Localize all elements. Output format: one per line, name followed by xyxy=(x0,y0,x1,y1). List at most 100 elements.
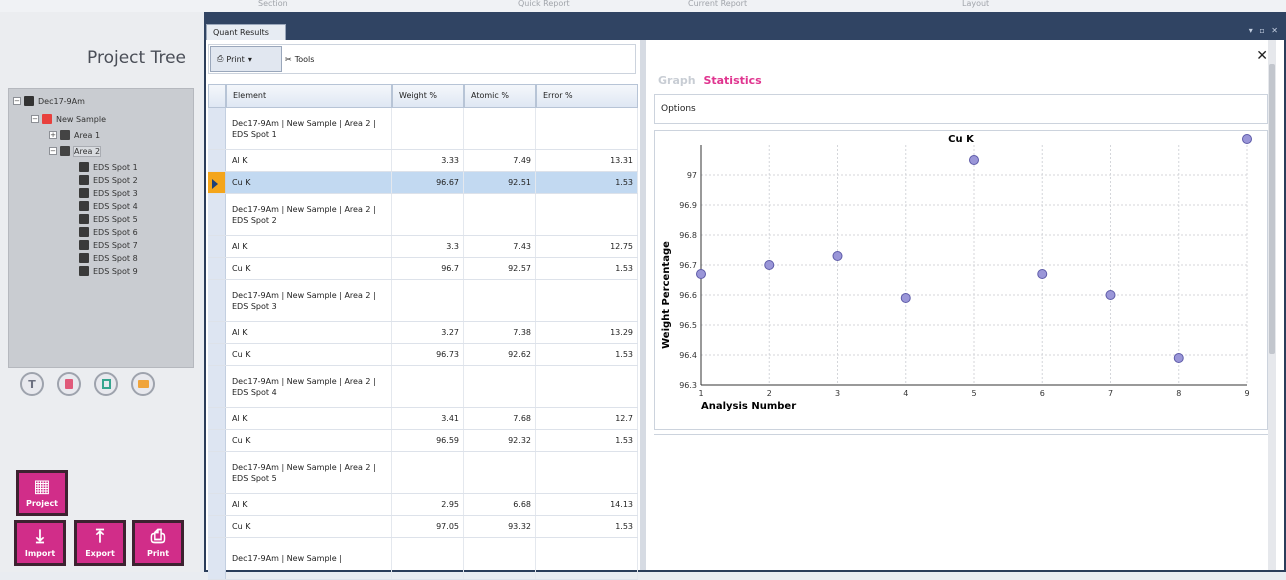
empty-cell xyxy=(392,194,464,235)
report-button[interactable] xyxy=(94,372,118,396)
table-row[interactable]: Al K 3.41 7.68 12.7 xyxy=(208,408,638,430)
row-indicator[interactable] xyxy=(208,108,226,149)
group-row[interactable]: Dec17-9Am | New Sample | Area 2 | EDS Sp… xyxy=(208,280,638,322)
import-button[interactable]: ⤓ Import xyxy=(14,520,66,566)
ribbon-section[interactable]: Section xyxy=(258,0,288,10)
tree-node-spot[interactable]: EDS Spot 8 xyxy=(79,252,138,264)
tree-node-root[interactable]: − Dec17-9Am xyxy=(13,95,85,107)
group-row[interactable]: Dec17-9Am | New Sample | xyxy=(208,538,638,580)
tree-spot-label: EDS Spot 4 xyxy=(93,201,138,211)
options-bar[interactable]: Options xyxy=(654,94,1268,124)
group-row[interactable]: Dec17-9Am | New Sample | Area 2 | EDS Sp… xyxy=(208,194,638,236)
export-button[interactable]: ⤒ Export xyxy=(74,520,126,566)
tab-graph[interactable]: Graph xyxy=(658,74,696,87)
group-row[interactable]: Dec17-9Am | New Sample | Area 2 | EDS Sp… xyxy=(208,452,638,494)
tree-node-spot[interactable]: EDS Spot 3 xyxy=(79,187,138,199)
tab-quant-results[interactable]: Quant Results xyxy=(206,24,286,40)
row-indicator[interactable] xyxy=(208,150,226,171)
group-row[interactable]: Dec17-9Am | New Sample | Area 2 | EDS Sp… xyxy=(208,108,638,150)
tree-node-spot[interactable]: EDS Spot 2 xyxy=(79,174,138,186)
expand-icon[interactable]: + xyxy=(49,131,57,139)
table-row[interactable]: Cu K 96.59 92.32 1.53 xyxy=(208,430,638,452)
results-toolbar: ⎙ Print ▾ ✂ Tools xyxy=(208,44,636,74)
tab-statistics[interactable]: Statistics xyxy=(703,74,761,87)
tree-node-spot[interactable]: EDS Spot 7 xyxy=(79,239,138,251)
tree-node-area-2[interactable]: − Area 2 xyxy=(49,145,102,157)
column-header-weight[interactable]: Weight % xyxy=(392,84,464,108)
delete-button[interactable] xyxy=(57,372,81,396)
vertical-scrollbar[interactable] xyxy=(1268,40,1276,570)
row-indicator[interactable] xyxy=(208,194,226,235)
open-folder-button[interactable] xyxy=(131,372,155,396)
x-tick-label: 2 xyxy=(767,389,772,398)
tree-node-spot[interactable]: EDS Spot 4 xyxy=(79,200,138,212)
atomic-cell: 7.68 xyxy=(464,408,536,429)
tree-node-spot[interactable]: EDS Spot 6 xyxy=(79,226,138,238)
table-row[interactable]: Al K 3.3 7.43 12.75 xyxy=(208,236,638,258)
y-tick-label: 96.4 xyxy=(679,351,697,360)
row-indicator[interactable] xyxy=(208,430,226,451)
import-button-label: Import xyxy=(24,549,56,558)
ribbon-layout[interactable]: Layout xyxy=(962,0,989,10)
project-button[interactable]: ▦ Project xyxy=(16,470,68,516)
tools-button[interactable]: ✂ Tools xyxy=(285,46,314,72)
row-indicator[interactable] xyxy=(208,258,226,279)
row-indicator[interactable] xyxy=(208,408,226,429)
column-header-atomic[interactable]: Atomic % xyxy=(464,84,536,108)
data-point xyxy=(1242,134,1252,144)
collapse-icon[interactable]: − xyxy=(31,115,39,123)
row-indicator[interactable] xyxy=(208,236,226,257)
ribbon-current-report[interactable]: Current Report xyxy=(688,0,747,10)
row-indicator[interactable] xyxy=(208,516,226,537)
tree-spot-label: EDS Spot 7 xyxy=(93,240,138,250)
table-row[interactable]: Cu K 96.67 92.51 1.53 xyxy=(208,172,638,194)
tree-node-spot[interactable]: EDS Spot 1 xyxy=(79,161,138,173)
group-row[interactable]: Dec17-9Am | New Sample | Area 2 | EDS Sp… xyxy=(208,366,638,408)
x-tick-label: 6 xyxy=(1040,389,1045,398)
empty-cell xyxy=(536,280,638,321)
row-indicator[interactable] xyxy=(208,280,226,321)
scrollbar-thumb[interactable] xyxy=(1269,64,1275,354)
atomic-cell: 7.38 xyxy=(464,322,536,343)
error-cell: 1.53 xyxy=(536,258,638,279)
tree-node-area-1[interactable]: + Area 1 xyxy=(49,129,100,141)
table-row[interactable]: Cu K 96.73 92.62 1.53 xyxy=(208,344,638,366)
ribbon-quick-report[interactable]: Quick Report xyxy=(518,0,570,10)
table-row[interactable]: Al K 3.33 7.49 13.31 xyxy=(208,150,638,172)
collapse-icon[interactable]: − xyxy=(13,97,21,105)
element-cell: Cu K xyxy=(226,516,392,537)
text-tool-button[interactable]: T xyxy=(20,372,44,396)
printer-icon: ⎙ xyxy=(217,54,224,63)
spectrum-icon xyxy=(79,201,89,211)
row-indicator[interactable] xyxy=(208,538,226,579)
collapse-icon[interactable]: − xyxy=(49,147,57,155)
row-indicator[interactable] xyxy=(208,494,226,515)
print-dropdown-button[interactable]: ⎙ Print ▾ xyxy=(210,46,282,72)
element-cell: Al K xyxy=(226,236,392,257)
row-indicator[interactable] xyxy=(208,452,226,493)
empty-cell xyxy=(392,366,464,407)
tree-node-sample[interactable]: − New Sample xyxy=(31,113,106,125)
close-icon[interactable]: ✕ xyxy=(1256,48,1268,64)
weight-cell: 96.7 xyxy=(392,258,464,279)
table-row[interactable]: Cu K 96.7 92.57 1.53 xyxy=(208,258,638,280)
column-header-element[interactable]: Element xyxy=(226,84,392,108)
table-row[interactable]: Cu K 97.05 93.32 1.53 xyxy=(208,516,638,538)
group-label: Dec17-9Am | New Sample | Area 2 | EDS Sp… xyxy=(226,452,392,493)
project-tree[interactable]: − Dec17-9Am − New Sample + Area 1 − Area… xyxy=(8,88,194,368)
column-header-error[interactable]: Error % xyxy=(536,84,638,108)
row-indicator[interactable] xyxy=(208,322,226,343)
tree-node-spot[interactable]: EDS Spot 9 xyxy=(79,265,138,277)
window-controls[interactable]: ▾ ▫ ✕ xyxy=(1249,26,1280,35)
print-big-button[interactable]: ⎙ Print xyxy=(132,520,184,566)
table-row[interactable]: Al K 3.27 7.38 13.29 xyxy=(208,322,638,344)
element-cell: Cu K xyxy=(226,344,392,365)
row-indicator[interactable] xyxy=(208,366,226,407)
scatter-chart: Cu K96.396.496.596.696.796.896.9971 2 3 4 5 6… xyxy=(661,134,1252,412)
row-indicator[interactable] xyxy=(208,172,226,193)
row-indicator[interactable] xyxy=(208,344,226,365)
error-cell: 13.31 xyxy=(536,150,638,171)
tree-node-spot[interactable]: EDS Spot 5 xyxy=(79,213,138,225)
table-row[interactable]: Al K 2.95 6.68 14.13 xyxy=(208,494,638,516)
tree-action-buttons: T xyxy=(20,372,155,396)
